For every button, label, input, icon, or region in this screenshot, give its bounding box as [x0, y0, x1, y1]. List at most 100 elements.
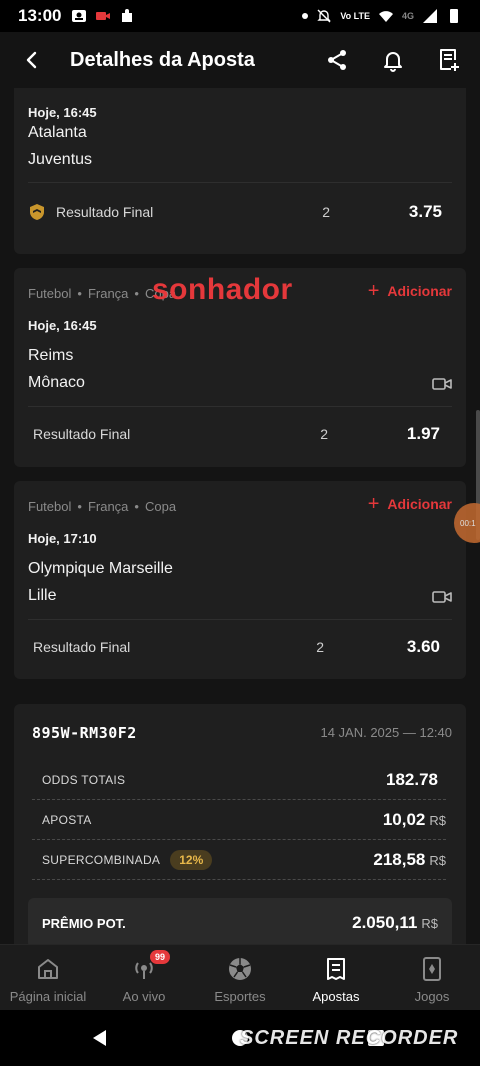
status-system-icons: Vo LTE 4G: [302, 8, 462, 24]
stake-label: APOSTA: [42, 812, 92, 827]
nav-item-bets[interactable]: Apostas: [288, 945, 384, 1010]
wifi-icon: [378, 11, 393, 22]
add-label: Adicionar: [387, 496, 452, 512]
currency-symbol: R$: [429, 812, 446, 828]
bell-icon: [384, 52, 402, 72]
plus-icon: +: [367, 280, 380, 302]
nav-item-live[interactable]: 99 Ao vivo: [96, 945, 192, 1010]
selection-card: Futebol • França • Copa + Adicionar Hoje, 17…: [14, 481, 466, 679]
signal-icon: [423, 9, 437, 23]
back-button[interactable]: [16, 44, 48, 76]
home-team: Olympique Marseille: [28, 560, 173, 577]
divider: [28, 182, 452, 183]
country-name: França: [87, 499, 129, 514]
battery-icon: [450, 9, 458, 23]
video-camera-icon[interactable]: [432, 377, 452, 391]
add-label: Adicionar: [387, 283, 452, 299]
video-camera-icon[interactable]: [432, 590, 452, 604]
bet-summary-card: 895W-RM30F2 14 JAN. 2025 — 12:40 ODDS TO…: [14, 704, 466, 944]
supercombinada-row: SUPERCOMBINADA 12% 218,58 R$: [32, 840, 446, 880]
stake-amount: 10,02: [382, 809, 426, 829]
status-notification-icons: [71, 8, 135, 24]
bet-code: 895W-RM30F2: [32, 724, 137, 742]
event-breadcrumb: Futebol • França • Copa: [28, 499, 177, 514]
status-bar: 13:00 Vo LTE 4G: [0, 0, 480, 32]
live-count-badge: 99: [150, 950, 170, 964]
mute-icon: [317, 9, 332, 23]
potential-prize-value: 2.050,11 R$: [352, 913, 438, 933]
bottom-navigation: Página inicial 99 Ao vivo Esportes Apost…: [0, 944, 480, 1010]
selection-value: 2: [320, 426, 328, 442]
market-name: Resultado Final: [56, 204, 154, 220]
potential-prize-label: PRÊMIO POT.: [42, 915, 126, 931]
betslip-icon: [322, 955, 350, 983]
total-odds-value: 182.78: [386, 769, 438, 789]
boost-badge: 12%: [170, 849, 213, 870]
divider: [28, 406, 452, 407]
network-indicator: 4G: [401, 11, 414, 21]
total-odds-row: ODDS TOTAIS 182.78: [32, 760, 446, 800]
puzzle-icon: [122, 9, 133, 22]
selection-value: 2: [322, 204, 330, 220]
add-selection-button[interactable]: + Adicionar: [367, 280, 452, 302]
shield-badge-icon: [30, 204, 44, 220]
app-header: Detalhes da Aposta: [0, 32, 480, 88]
notification-dot-icon: [302, 13, 309, 19]
odd-value: 1.97: [406, 424, 440, 443]
bet-date: 14 JAN. 2025 — 12:40: [320, 725, 452, 740]
playing-card-icon: [418, 955, 446, 983]
stake-value: 10,02 R$: [383, 810, 446, 830]
status-time: 13:00: [18, 6, 62, 25]
selection-value: 2: [316, 639, 324, 655]
screen-recorder-watermark: SCREEN RECORDER: [240, 1027, 459, 1049]
match-time: Hoje, 17:10: [28, 531, 97, 546]
away-team: Lille: [28, 587, 57, 604]
volte-indicator: Vo LTE: [340, 11, 370, 21]
supercombinada-value: 218,58 R$: [373, 850, 446, 870]
market-row: Resultado Final 2 1.97: [28, 424, 452, 444]
stake-row: APOSTA 10,02 R$: [32, 800, 446, 840]
total-odds-label: ODDS TOTAIS: [42, 772, 126, 787]
odd-value: 3.75: [408, 202, 442, 221]
nav-item-games[interactable]: Jogos: [384, 945, 480, 1010]
match-time: Hoje, 16:45: [28, 105, 97, 120]
nav-label-bets: Apostas: [312, 989, 360, 1004]
odd-value: 3.60: [406, 637, 440, 656]
notifications-button[interactable]: [378, 45, 408, 75]
share-icon: [328, 50, 346, 70]
supercombinada-label: SUPERCOMBINADA: [42, 852, 161, 867]
nav-item-home[interactable]: Página inicial: [0, 945, 96, 1010]
potential-prize-amount: 2.050,11: [352, 913, 418, 932]
potential-prize-row: PRÊMIO POT. 2.050,11 R$: [28, 898, 452, 944]
add-selection-button[interactable]: + Adicionar: [367, 493, 452, 515]
selection-card: Hoje, 16:45 Atalanta Juventus Resultado …: [14, 88, 466, 254]
system-navigation-bar: SCREEN RECORDER: [0, 1010, 480, 1066]
add-to-betslip-button[interactable]: [434, 45, 464, 75]
document-add-icon: [440, 49, 459, 71]
video-recorder-icon: [96, 12, 111, 20]
market-name: Resultado Final: [33, 426, 131, 442]
nav-label-home: Página inicial: [9, 989, 87, 1004]
nav-label-sports: Esportes: [214, 989, 266, 1004]
system-back-icon[interactable]: [90, 1028, 110, 1048]
back-arrow-icon: [26, 51, 37, 69]
country-name: França: [87, 286, 129, 301]
currency-symbol: R$: [429, 852, 446, 868]
page-title: Detalhes da Aposta: [70, 48, 255, 71]
share-button[interactable]: [322, 45, 352, 75]
plus-icon: +: [367, 493, 380, 515]
contacts-icon: [72, 10, 87, 22]
competition-name: Copa: [144, 499, 177, 514]
sport-name: Futebol: [28, 499, 72, 514]
away-team: Juventus: [28, 151, 93, 168]
nav-item-sports[interactable]: Esportes: [192, 945, 288, 1010]
market-row: Resultado Final 2 3.60: [28, 637, 452, 657]
sport-name: Futebol: [28, 286, 72, 301]
currency-symbol: R$: [421, 916, 438, 931]
nav-label-live: Ao vivo: [122, 989, 166, 1004]
home-team: Atalanta: [28, 124, 87, 141]
divider: [28, 619, 452, 620]
bet-details-content[interactable]: Hoje, 16:45 Atalanta Juventus Resultado …: [0, 88, 480, 944]
match-time: Hoje, 16:45: [28, 318, 97, 333]
supercombinada-amount: 218,58: [373, 849, 426, 869]
